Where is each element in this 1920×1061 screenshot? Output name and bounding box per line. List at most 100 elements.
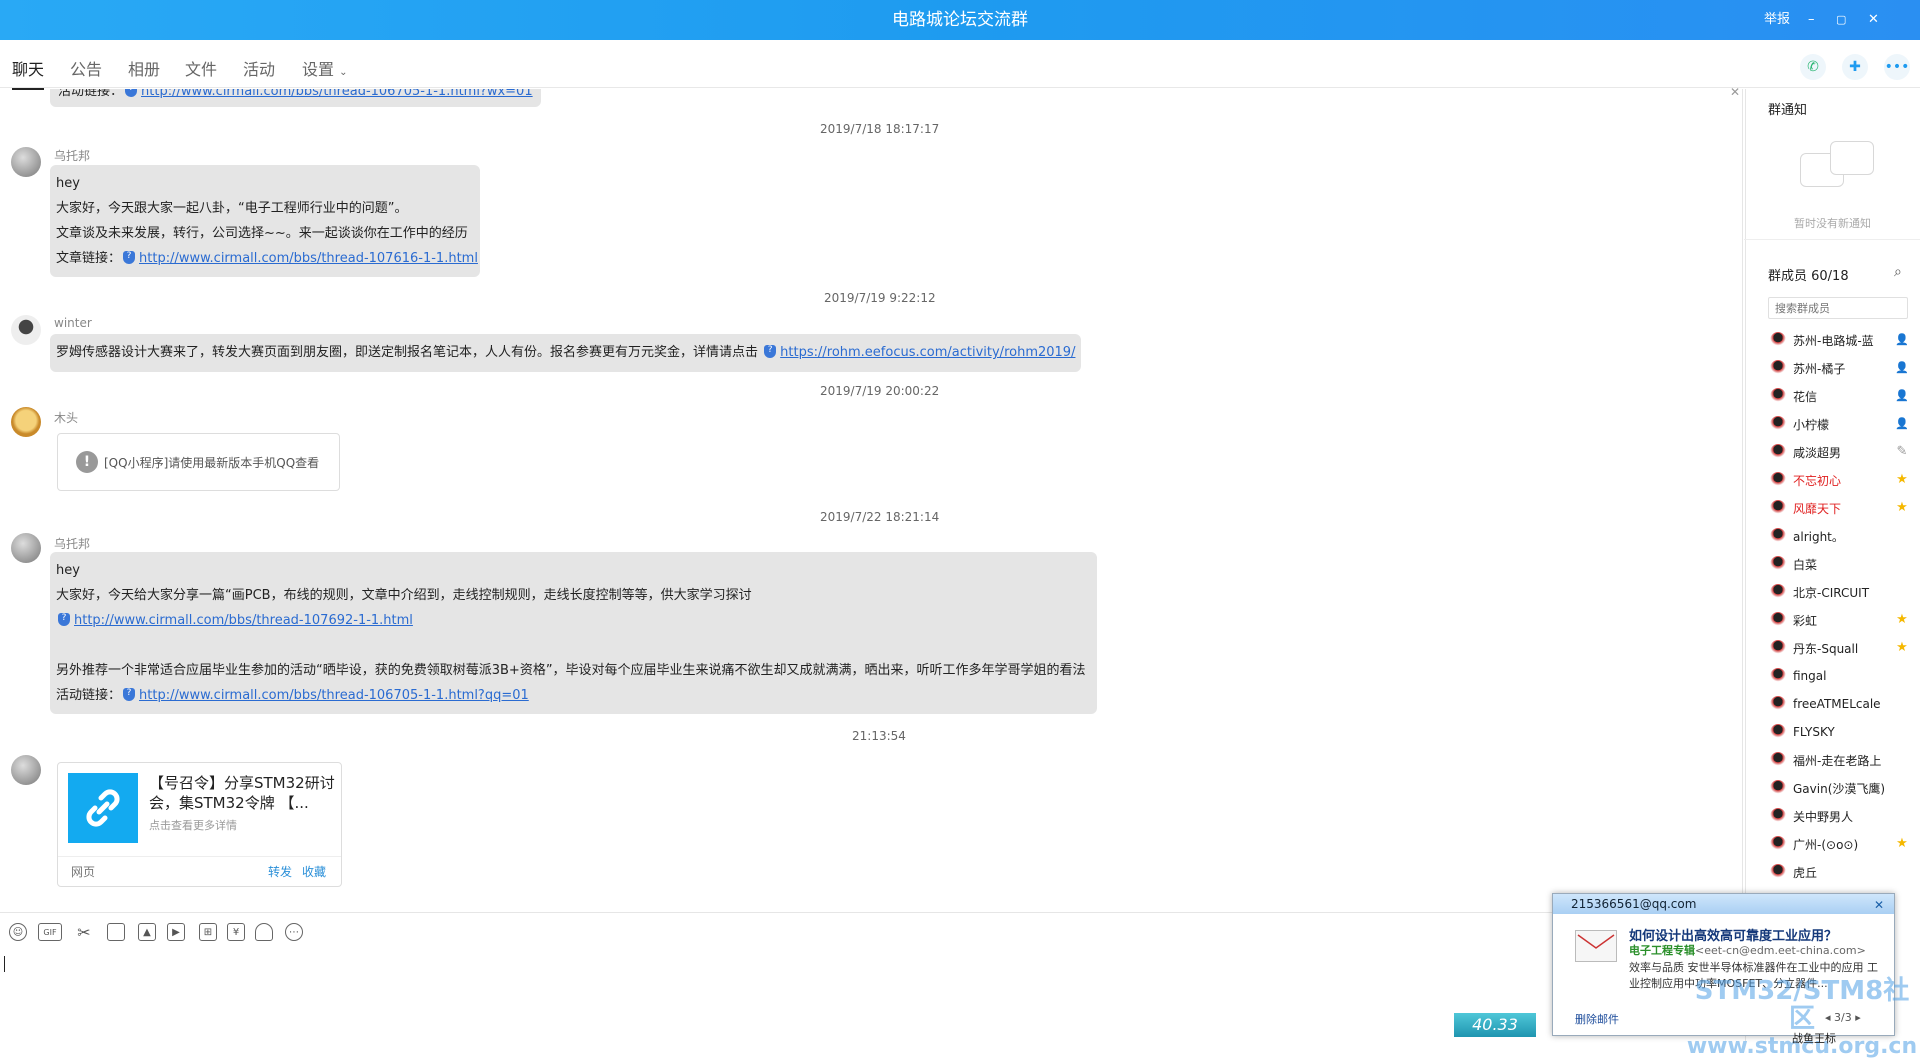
message-bubble: hey 大家好，今天跟大家一起八卦，“电子工程师行业中的问题”。 文章谈及未来发…: [50, 165, 480, 277]
member-item[interactable]: 白菜: [1770, 553, 1910, 575]
forward-button[interactable]: 转发: [268, 857, 292, 887]
collapse-icon[interactable]: ✕: [1730, 85, 1740, 99]
report-button[interactable]: 举报: [1764, 0, 1790, 40]
text-cursor: [4, 956, 5, 972]
gif-icon[interactable]: GIF: [38, 923, 62, 941]
more-icon[interactable]: •••: [1884, 54, 1910, 80]
more-tools-icon[interactable]: ⋯: [285, 923, 303, 941]
member-item[interactable]: 虎丘: [1770, 861, 1910, 883]
popup-email: 215366561@qq.com: [1571, 897, 1697, 911]
favorite-button[interactable]: 收藏: [302, 857, 326, 887]
card-footer: 网页 转发 收藏: [58, 856, 341, 886]
member-name: freeATMELcale: [1793, 697, 1881, 711]
member-item[interactable]: 不忘初心 ★: [1770, 469, 1910, 491]
chat-area[interactable]: 活动链接： http://www.cirmall.com/bbs/thread-1…: [0, 89, 1743, 911]
tab-settings[interactable]: 设置 ⌄: [302, 56, 348, 80]
tab-announcement[interactable]: 公告: [70, 56, 102, 80]
emoji-icon[interactable]: ☺: [9, 923, 27, 941]
message-link[interactable]: http://www.cirmall.com/bbs/thread-106705…: [139, 688, 529, 703]
popup-header: 215366561@qq.com ✕: [1553, 894, 1894, 914]
member-item[interactable]: 风靡天下 ★: [1770, 497, 1910, 519]
divider: [1744, 239, 1920, 240]
member-item[interactable]: 彩虹 ★: [1770, 609, 1910, 631]
minimize-button[interactable]: –: [1808, 0, 1815, 40]
close-button[interactable]: ✕: [1868, 0, 1879, 40]
search-icon[interactable]: ⌕: [1894, 264, 1902, 280]
avatar: [1770, 556, 1786, 572]
perf-gauge: 40.33: [1454, 1013, 1536, 1037]
member-item[interactable]: alright。: [1770, 525, 1910, 547]
member-item[interactable]: 花信 👤: [1770, 385, 1910, 407]
share-card[interactable]: 【号召令】分享STM32研讨会，集STM32令牌 【... 点击查看更多详情 网…: [57, 762, 342, 887]
member-item[interactable]: fingal: [1770, 665, 1910, 687]
message-link[interactable]: http://www.cirmall.com/bbs/thread-107616…: [139, 251, 478, 266]
notice-title: 群通知: [1768, 103, 1808, 118]
member-item[interactable]: freeATMELcale: [1770, 693, 1910, 715]
mini-program-card[interactable]: ! [QQ小程序]请使用最新版本手机QQ查看: [57, 433, 340, 491]
member-name: 虎丘: [1793, 865, 1818, 880]
avatar[interactable]: [11, 407, 41, 437]
tab-settings-label: 设置: [302, 60, 335, 79]
member-search-input[interactable]: [1768, 297, 1908, 319]
delete-mail-button[interactable]: 删除邮件: [1575, 1011, 1619, 1027]
member-name: 小柠檬: [1793, 417, 1830, 432]
restore-button[interactable]: ▢: [1836, 0, 1846, 40]
member-item[interactable]: 广州-(⊙o⊙) ★: [1770, 833, 1910, 855]
edit-icon: ✎: [1896, 444, 1908, 459]
avatar[interactable]: [11, 755, 41, 785]
member-item[interactable]: 咸淡超男 ✎: [1770, 441, 1910, 463]
video-icon[interactable]: ▶: [167, 923, 185, 941]
member-name: Gavin(沙漠飞鹰): [1793, 781, 1886, 796]
member-item[interactable]: FLYSKY: [1770, 721, 1910, 743]
member-name: 不忘初心: [1793, 473, 1842, 488]
image-icon[interactable]: ▲: [138, 923, 156, 941]
tab-album[interactable]: 相册: [128, 56, 160, 80]
message-link[interactable]: https://rohm.eefocus.com/activity/rohm20…: [780, 345, 1075, 360]
admin-icon: 👤: [1895, 417, 1909, 430]
folder-icon[interactable]: [107, 923, 125, 941]
avatar[interactable]: [11, 315, 41, 345]
member-item[interactable]: 福州-走在老路上: [1770, 749, 1910, 771]
member-name: 风靡天下: [1793, 501, 1842, 516]
avatar: [1770, 696, 1786, 712]
phone-icon[interactable]: ✆: [1800, 54, 1826, 80]
message-line: 大家好，今天给大家分享一篇“画PCB，布线的规则，文章中介绍到，走线控制规则，走…: [56, 588, 752, 603]
sender-name: winter: [54, 316, 92, 330]
sender-name: 木头: [54, 411, 79, 425]
link-icon: [68, 773, 138, 843]
member-item[interactable]: 丹东-Squall ★: [1770, 637, 1910, 659]
bell-icon[interactable]: [255, 923, 273, 941]
link-label: 活动链接：: [56, 688, 122, 703]
message-link[interactable]: http://www.cirmall.com/bbs/thread-106705…: [141, 89, 533, 99]
member-item[interactable]: 苏州-电路城-蓝 👤: [1770, 329, 1910, 351]
message-text: 罗姆传感器设计大赛来了，转发大赛页面到朋友圈，即送定制报名笔记本，人人有份。报名…: [56, 345, 759, 360]
tab-activity[interactable]: 活动: [243, 56, 275, 80]
member-item[interactable]: 小柠檬 👤: [1770, 413, 1910, 435]
avatar: [1770, 500, 1786, 516]
watermark: STM32/STM8社区 www.stmcu.org.cn: [1684, 977, 1920, 1061]
tab-files[interactable]: 文件: [185, 56, 217, 80]
member-item[interactable]: 关中野男人: [1770, 805, 1910, 827]
add-message-icon[interactable]: ✚: [1842, 54, 1868, 80]
admin-icon: 👤: [1895, 333, 1909, 346]
popup-close-icon[interactable]: ✕: [1874, 895, 1884, 915]
red-packet-icon[interactable]: ¥: [227, 923, 245, 941]
tab-bar: 聊天 公告 相册 文件 活动 设置 ⌄: [0, 40, 1920, 90]
member-name-partial: 战鱼王标: [1792, 1032, 1836, 1045]
members-title: 群成员 60/18: [1768, 269, 1849, 284]
gift-icon[interactable]: ⊞: [199, 923, 217, 941]
member-item[interactable]: 北京-CIRCUIT: [1770, 581, 1910, 603]
avatar[interactable]: [11, 147, 41, 177]
member-item[interactable]: Gavin(沙漠飞鹰): [1770, 777, 1910, 799]
member-item[interactable]: 苏州-橘子 👤: [1770, 357, 1910, 379]
avatar[interactable]: [11, 533, 41, 563]
avatar: [1770, 416, 1786, 432]
star-icon: ★: [1896, 640, 1908, 655]
admin-icon: 👤: [1895, 389, 1909, 402]
admin-icon: 👤: [1895, 361, 1909, 374]
message-link-line: 文章链接： http://www.cirmall.com/bbs/thread-1…: [56, 244, 478, 271]
message-link[interactable]: http://www.cirmall.com/bbs/thread-107692…: [74, 613, 413, 628]
input-toolbar: ☺ GIF ✂ ▲ ▶ ⊞ ¥ ⋯: [0, 912, 1743, 950]
tab-chat[interactable]: 聊天: [12, 56, 45, 90]
scissors-icon[interactable]: ✂: [75, 923, 93, 942]
